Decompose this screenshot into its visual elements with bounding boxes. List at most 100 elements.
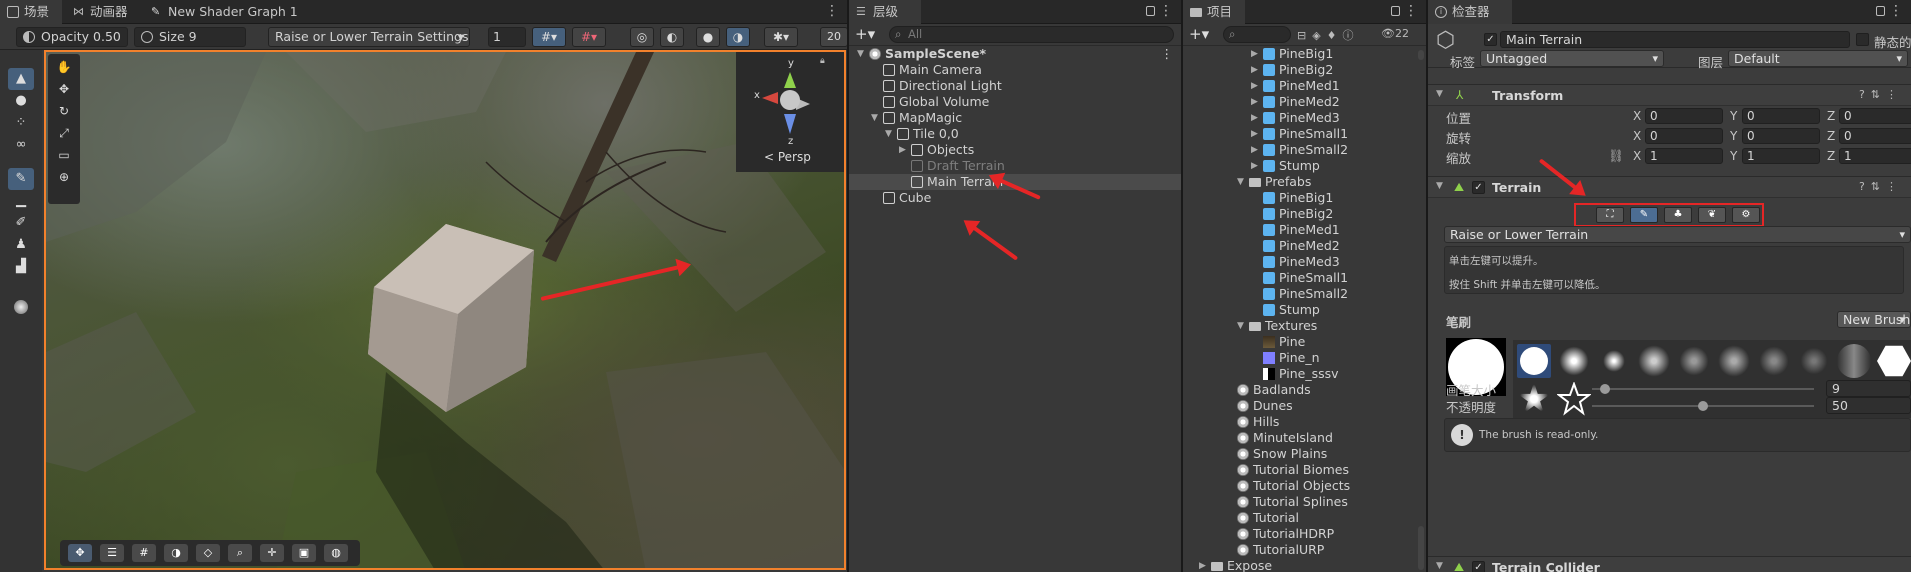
brush-star-outline[interactable]: [1556, 381, 1592, 416]
terrain-collider-header[interactable]: ▼ ⛰︎ ✓ Terrain Collider: [1428, 556, 1911, 572]
project-item[interactable]: Badlands: [1183, 382, 1426, 398]
transform-y-field[interactable]: 0: [1742, 108, 1820, 124]
opacity-field[interactable]: Opacity 0.50: [16, 27, 128, 47]
expanded-arrow-icon[interactable]: ▼: [1237, 174, 1247, 190]
size-field[interactable]: Size 9: [134, 27, 246, 47]
project-scrollbar[interactable]: [1418, 526, 1424, 570]
layer-dropdown[interactable]: Default: [1728, 50, 1908, 67]
project-item[interactable]: PineSmall1: [1183, 270, 1426, 286]
project-item[interactable]: Stump: [1183, 302, 1426, 318]
paint-trees-tool[interactable]: ♣: [1664, 207, 1692, 223]
flatten-tool[interactable]: ▁: [8, 190, 34, 212]
shaded-button[interactable]: ●: [696, 27, 720, 47]
terrain-mode-dropdown[interactable]: Raise or Lower Terrain Settings ▾: [268, 27, 470, 47]
collapsed-arrow-icon[interactable]: ▶: [1251, 78, 1261, 94]
active-checkbox[interactable]: ✓: [1484, 33, 1497, 46]
hierarchy-item[interactable]: ▼ MapMagic: [849, 110, 1181, 126]
scene-viewport[interactable]: ✋ ✥ ↻ ⤢ ▭ ⊕ y x z 🔒︎ < Persp ✥ ☰ # ◑ ◇ ⌕…: [44, 50, 846, 570]
more-menu-icon[interactable]: ⋮: [825, 3, 839, 19]
expanded-arrow-icon[interactable]: ▼: [857, 46, 867, 62]
tab-scene[interactable]: 场景: [0, 0, 62, 24]
brush-size-field[interactable]: 9: [1826, 380, 1911, 397]
project-item[interactable]: MinuteIsland: [1183, 430, 1426, 446]
project-item[interactable]: Dunes: [1183, 398, 1426, 414]
project-item[interactable]: PineMed2: [1183, 238, 1426, 254]
layers-button[interactable]: ◇: [196, 544, 220, 562]
collapsed-arrow-icon[interactable]: ▶: [1251, 142, 1261, 158]
raise-terrain-tool[interactable]: ▲: [8, 68, 34, 90]
brush-preview[interactable]: [6, 296, 36, 318]
terrain-header[interactable]: ▼ ⛰︎ ✓ Terrain ?⇅⋮: [1428, 176, 1911, 198]
tab-animator[interactable]: ⋈ 动画器: [66, 0, 136, 24]
project-item[interactable]: ▼ Prefabs: [1183, 174, 1426, 190]
hierarchy-item[interactable]: Cube: [849, 190, 1181, 206]
zoom-field[interactable]: 20: [820, 27, 847, 47]
project-item[interactable]: Hills: [1183, 414, 1426, 430]
zoom-button[interactable]: ⌕: [228, 544, 252, 562]
project-item[interactable]: ▶ PineMed3: [1183, 110, 1426, 126]
transform-y-field[interactable]: 1: [1742, 148, 1820, 164]
collapsed-arrow-icon[interactable]: ▶: [1251, 94, 1261, 110]
sliders-button[interactable]: ☰: [100, 544, 124, 562]
collapsed-arrow-icon[interactable]: ▶: [1251, 46, 1261, 62]
camera-button[interactable]: ▣: [292, 544, 316, 562]
transform-icon[interactable]: ⊕: [52, 168, 76, 186]
collapsed-arrow-icon[interactable]: ▶: [1251, 158, 1261, 174]
terrain-settings-tool[interactable]: ⚙: [1732, 207, 1760, 223]
project-item[interactable]: PineMed1: [1183, 222, 1426, 238]
add-icon[interactable]: +▾: [855, 25, 875, 43]
expanded-arrow-icon[interactable]: ▼: [871, 110, 881, 126]
project-item[interactable]: PineBig1: [1183, 190, 1426, 206]
tab-hierarchy[interactable]: ☰ 层级: [849, 0, 921, 24]
project-item[interactable]: Tutorial Objects: [1183, 478, 1426, 494]
project-item[interactable]: PineSmall2: [1183, 286, 1426, 302]
smooth-tool[interactable]: ∞: [8, 134, 34, 156]
move-overlay-button[interactable]: ✥: [68, 544, 92, 562]
tab-shader-graph[interactable]: ✎ New Shader Graph 1: [144, 0, 306, 24]
lock-icon[interactable]: [1391, 6, 1400, 16]
collapsed-arrow-icon[interactable]: ▶: [1251, 126, 1261, 142]
tab-project[interactable]: 项目: [1183, 0, 1245, 24]
brush-noise-3[interactable]: [1757, 344, 1791, 378]
brush-hexagon[interactable]: [1877, 345, 1911, 377]
paint-holes-tool[interactable]: ●: [8, 90, 34, 112]
more-menu-icon[interactable]: ⋮: [1404, 3, 1418, 19]
brush-grass[interactable]: [1837, 344, 1871, 378]
expanded-arrow-icon[interactable]: ▼: [885, 126, 895, 142]
project-item[interactable]: Snow Plains: [1183, 446, 1426, 462]
project-item[interactable]: ▶ PineBig2: [1183, 62, 1426, 78]
object-name-field[interactable]: Main Terrain: [1500, 31, 1850, 48]
collapsed-arrow-icon[interactable]: ▶: [1199, 558, 1209, 572]
project-item[interactable]: TutorialHDRP: [1183, 526, 1426, 542]
brush-soft-star[interactable]: [1517, 382, 1551, 413]
hierarchy-item[interactable]: ▼ SampleScene* ⋮: [849, 46, 1181, 62]
transform-x-field[interactable]: 0: [1645, 108, 1723, 124]
collapsed-arrow-icon[interactable]: ▶: [899, 142, 909, 158]
component-menu-icons[interactable]: ?⇅⋮: [1859, 88, 1903, 101]
project-item[interactable]: ▶ Stump: [1183, 158, 1426, 174]
project-item[interactable]: ▶ PineSmall1: [1183, 126, 1426, 142]
opacity-field[interactable]: 50: [1826, 397, 1911, 414]
project-item[interactable]: Pine_n: [1183, 350, 1426, 366]
hierarchy-item[interactable]: ▼ Tile 0,0: [849, 126, 1181, 142]
opacity-knob[interactable]: [1698, 401, 1708, 411]
static-checkbox[interactable]: [1856, 33, 1869, 46]
orientation-gizmo[interactable]: y x z 🔒︎ < Persp: [736, 52, 844, 172]
hierarchy-item[interactable]: Main Camera: [849, 62, 1181, 78]
project-item[interactable]: ▶ Expose: [1183, 558, 1426, 572]
project-search-input[interactable]: ⌕: [1223, 26, 1291, 43]
gizmo-lock-icon[interactable]: 🔒︎: [820, 56, 825, 66]
grid-button[interactable]: #: [132, 544, 156, 562]
sculpt-tool[interactable]: ✐: [8, 212, 34, 234]
project-item[interactable]: TutorialURP: [1183, 542, 1426, 558]
paint-details-button[interactable]: ❦: [1698, 207, 1726, 223]
brush-solid-selected[interactable]: [1517, 344, 1551, 378]
debug-button[interactable]: ✱▾: [764, 27, 798, 47]
hierarchy-item[interactable]: Directional Light: [849, 78, 1181, 94]
project-item[interactable]: PineBig2: [1183, 206, 1426, 222]
scene-menu-icon[interactable]: ⋮: [1161, 46, 1174, 62]
brush-softer[interactable]: [1597, 344, 1631, 378]
project-item[interactable]: ▶ PineMed2: [1183, 94, 1426, 110]
grid-options-button[interactable]: #▾: [572, 27, 606, 47]
transform-z-field[interactable]: 0: [1839, 108, 1911, 124]
